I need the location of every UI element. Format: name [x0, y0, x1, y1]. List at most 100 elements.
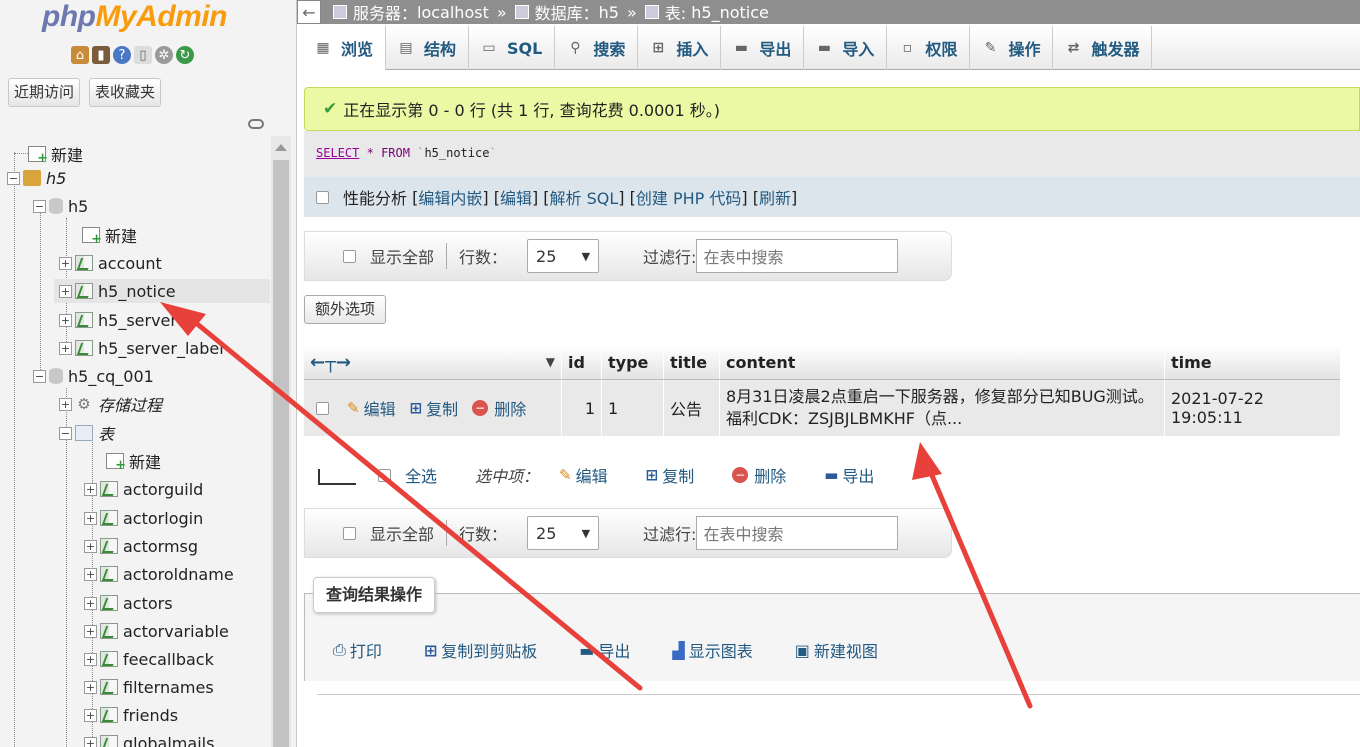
- home-icon[interactable]: ⌂: [71, 46, 89, 64]
- expand-icon[interactable]: +: [84, 482, 97, 496]
- tab-browse[interactable]: ▦ 浏览: [303, 26, 387, 70]
- breadcrumb-database[interactable]: 数据库： h5: [514, 0, 619, 24]
- expand-icon[interactable]: +: [59, 341, 72, 355]
- row-copy-link[interactable]: ⊞ 复制: [410, 396, 459, 420]
- cell-id[interactable]: 1: [562, 380, 602, 436]
- print-button[interactable]: ⎙ 打印: [333, 638, 382, 662]
- tab-import[interactable]: ▬ 导入: [804, 26, 888, 70]
- tree-table-h5-notice[interactable]: + h5_notice: [54, 279, 270, 303]
- tree-tables-group[interactable]: − 表: [59, 421, 114, 445]
- expand-icon[interactable]: +: [59, 256, 72, 270]
- bulk-copy-button[interactable]: ⊞ 复制: [646, 463, 695, 487]
- bulk-edit-button[interactable]: ✎ 编辑: [559, 463, 608, 487]
- profiling-checkbox[interactable]: [316, 190, 329, 204]
- collapse-icon[interactable]: −: [59, 426, 72, 440]
- tree-table-item[interactable]: + friends: [84, 703, 178, 727]
- cell-title[interactable]: 公告: [664, 380, 720, 436]
- check-all-checkbox[interactable]: [378, 468, 391, 482]
- row-delete-link[interactable]: − 删除: [472, 396, 526, 420]
- tree-table-item[interactable]: + actors: [84, 591, 173, 615]
- cell-time[interactable]: 2021-07-22 19:05:11: [1165, 380, 1340, 436]
- tree-procedures[interactable]: + ⚙ 存储过程: [59, 392, 162, 416]
- tree-db-group-h5[interactable]: − h5: [7, 166, 66, 190]
- sidebar-scrollbar[interactable]: [271, 136, 291, 747]
- tree-db-h5[interactable]: − h5: [33, 194, 88, 218]
- tree-table-item[interactable]: + actoroldname: [84, 562, 234, 586]
- expand-icon[interactable]: +: [84, 596, 97, 610]
- link-panel-icon[interactable]: [248, 119, 264, 129]
- sql-query-display[interactable]: SELECT * FROM `h5_notice`: [304, 131, 1360, 177]
- export-button[interactable]: ▬ 导出: [579, 638, 630, 662]
- collapse-icon[interactable]: −: [7, 171, 20, 185]
- scroll-up-arrow-icon[interactable]: [275, 144, 287, 151]
- tab-triggers[interactable]: ⇄ 触发器: [1053, 26, 1153, 70]
- expand-icon[interactable]: +: [59, 397, 72, 411]
- breadcrumb-server[interactable]: 服务器： localhost: [333, 0, 489, 24]
- settings-gear-icon[interactable]: ✲: [155, 46, 173, 64]
- show-all-checkbox[interactable]: [343, 526, 356, 540]
- tab-privileges[interactable]: ▫ 权限: [887, 26, 971, 70]
- tree-table-item[interactable]: + actorvariable: [84, 619, 229, 643]
- tree-table-h5-server-label[interactable]: + h5_server_label: [59, 336, 224, 360]
- tree-table-item[interactable]: + globalmails: [84, 731, 214, 747]
- tree-table-item[interactable]: + actorlogin: [84, 506, 203, 530]
- tree-h5-new-table[interactable]: 新建: [82, 223, 137, 247]
- column-header-content[interactable]: content: [720, 345, 1165, 379]
- collapse-icon[interactable]: −: [33, 369, 46, 383]
- tree-new-database[interactable]: 新建: [28, 142, 83, 166]
- filter-rows-input[interactable]: 在表中搜索: [696, 516, 899, 550]
- tree-db-h5-cq-001[interactable]: − h5_cq_001: [33, 364, 154, 388]
- column-header-title[interactable]: title: [664, 345, 720, 379]
- edit-inline-link[interactable]: 编辑内嵌: [418, 185, 482, 209]
- column-header-type[interactable]: type: [602, 345, 664, 379]
- documentation-icon[interactable]: ▯: [134, 46, 152, 64]
- create-view-button[interactable]: ▣ 新建视图: [795, 638, 878, 662]
- expand-icon[interactable]: +: [59, 284, 72, 298]
- create-php-code-link[interactable]: 创建 PHP 代码: [636, 185, 742, 209]
- breadcrumb-table[interactable]: 表: h5_notice: [644, 0, 769, 24]
- tree-table-item[interactable]: + actorguild: [84, 477, 203, 501]
- check-all-label[interactable]: 全选: [405, 463, 437, 487]
- rows-per-page-select[interactable]: 25 ▼: [527, 239, 600, 273]
- filter-rows-input[interactable]: 在表中搜索: [696, 239, 899, 273]
- favorite-tables-button[interactable]: 表收藏夹: [89, 78, 162, 107]
- help-icon[interactable]: ?: [113, 46, 131, 64]
- show-all-checkbox[interactable]: [343, 249, 356, 263]
- tree-table-account[interactable]: + account: [59, 251, 162, 275]
- row-edit-link[interactable]: ✎ 编辑: [347, 396, 396, 420]
- tree-table-item[interactable]: + filternames: [84, 675, 214, 699]
- expand-icon[interactable]: +: [84, 680, 97, 694]
- scrollbar-thumb[interactable]: [273, 160, 289, 747]
- display-chart-button[interactable]: ▟ 显示图表: [672, 638, 752, 662]
- column-menu-icon[interactable]: ▼: [546, 355, 555, 369]
- expand-icon[interactable]: +: [84, 736, 97, 747]
- tab-operations[interactable]: ✎ 操作: [970, 26, 1054, 70]
- recent-tables-button[interactable]: 近期访问: [8, 78, 81, 107]
- logout-icon[interactable]: ▮: [92, 46, 110, 64]
- tab-structure[interactable]: ▤ 结构: [386, 26, 470, 70]
- expand-icon[interactable]: +: [84, 624, 97, 638]
- refresh-link[interactable]: 刷新: [759, 185, 791, 209]
- reload-icon[interactable]: ↻: [176, 46, 194, 64]
- tree-table-item[interactable]: + actormsg: [84, 534, 198, 558]
- rows-per-page-select[interactable]: 25 ▼: [527, 516, 600, 550]
- tree-tables-new[interactable]: 新建: [106, 449, 161, 473]
- column-header-id[interactable]: id: [562, 345, 602, 379]
- resize-columns-icon[interactable]: ←┬→: [310, 352, 351, 373]
- extra-options-button[interactable]: 额外选项: [304, 295, 387, 324]
- tree-table-h5-server[interactable]: + h5_server: [59, 308, 177, 332]
- tree-table-item[interactable]: + feecallback: [84, 647, 214, 671]
- copy-to-clipboard-button[interactable]: ⊞ 复制到剪贴板: [424, 638, 537, 662]
- cell-type[interactable]: 1: [602, 380, 664, 436]
- cell-content[interactable]: 8月31日凌晨2点重启一下服务器，修复部分已知BUG测试。 福利CDK：ZSJB…: [720, 380, 1165, 436]
- expand-icon[interactable]: +: [84, 708, 97, 722]
- bulk-delete-button[interactable]: − 删除: [732, 463, 786, 487]
- bulk-export-button[interactable]: ▬ 导出: [824, 463, 874, 487]
- expand-icon[interactable]: +: [84, 511, 97, 525]
- tab-search[interactable]: ⚲ 搜索: [555, 26, 639, 70]
- expand-icon[interactable]: +: [84, 567, 97, 581]
- collapse-icon[interactable]: −: [33, 199, 46, 213]
- expand-icon[interactable]: +: [84, 652, 97, 666]
- explain-sql-link[interactable]: 解析 SQL: [550, 185, 619, 209]
- sql-keyword-select[interactable]: SELECT: [316, 146, 359, 160]
